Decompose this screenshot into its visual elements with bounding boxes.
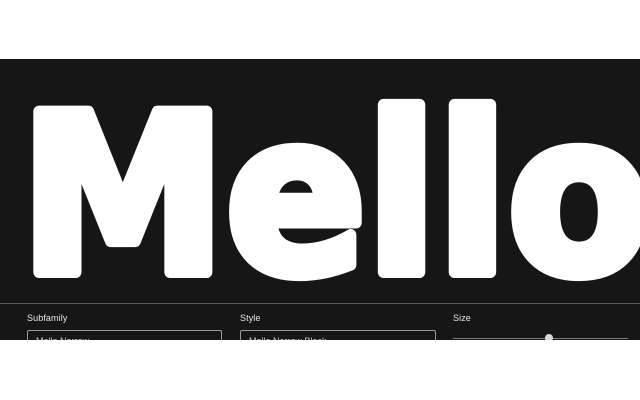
size-label: Size — [453, 313, 471, 323]
style-select[interactable]: Mello Narrow Black — [240, 330, 436, 340]
specimen-text: Mello — [20, 68, 640, 304]
subfamily-select[interactable]: Mello Narrow — [27, 330, 222, 340]
specimen-preview[interactable]: Mello — [0, 59, 640, 304]
controls-divider — [0, 303, 640, 304]
style-label: Style — [240, 313, 261, 323]
top-margin — [0, 0, 640, 59]
type-tester: Mello Subfamily Mello Narrow Style Mello… — [0, 59, 640, 340]
subfamily-label: Subfamily — [27, 313, 68, 323]
size-slider-track[interactable] — [453, 338, 628, 339]
bottom-margin — [0, 340, 640, 400]
specimen-text-svg: Mello — [14, 62, 640, 304]
